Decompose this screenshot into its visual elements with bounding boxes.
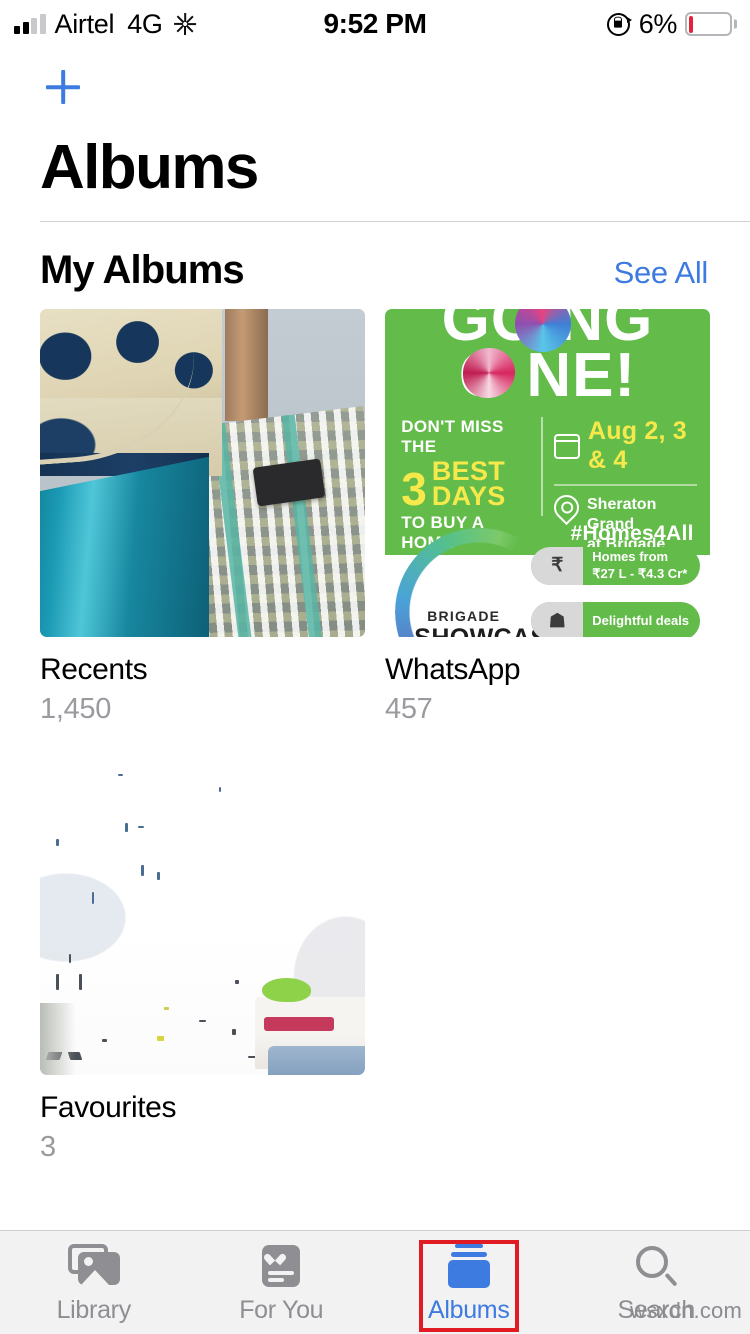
ad-brand-top: BRIGADE [427, 607, 501, 624]
heart-card-icon [253, 1244, 309, 1290]
magnifier-icon [628, 1244, 684, 1290]
navigation-bar: Albums [0, 48, 750, 222]
tab-label: Albums [427, 1296, 510, 1324]
page-title: Albums [40, 133, 259, 202]
ad-chip1-line2: ₹27 L - ₹4.3 Cr* [592, 565, 688, 581]
album-name: WhatsApp [385, 653, 521, 686]
ad-dates: Aug 2, 3 & 4 [588, 417, 687, 475]
tab-for-you[interactable]: For You [188, 1231, 376, 1334]
tab-label: For You [239, 1296, 324, 1324]
album-thumbnail-recents[interactable] [40, 309, 365, 637]
album-grid: Recents 1,450 GOING G NE! DON'T MISS THE… [0, 309, 750, 1164]
status-bar-left: Airtel 4G [14, 9, 196, 40]
photo-stack-icon [66, 1244, 122, 1290]
rupee-icon: ₹ [531, 546, 584, 585]
ad-three: 3 [401, 462, 427, 515]
ad-hashtag: #Homes4All [570, 522, 694, 546]
add-album-button[interactable] [28, 56, 98, 118]
album-count: 457 [385, 692, 433, 725]
status-bar: Airtel 4G 9:52 PM 6% [0, 0, 750, 48]
see-all-link[interactable]: See All [614, 255, 709, 291]
tab-search[interactable]: Search [563, 1231, 750, 1334]
ad-price-chip: ₹ Homes from ₹27 L - ₹4.3 Cr* [531, 546, 701, 585]
photo-overexposed-white [40, 747, 365, 1076]
activity-spinner-icon [173, 13, 196, 35]
albums-stack-icon [441, 1244, 497, 1290]
network-type: 4G [127, 8, 163, 39]
gift-icon: ☗ [531, 602, 584, 637]
photo-curtain-bed [40, 309, 365, 637]
photo-realestate-ad: GOING G NE! DON'T MISS THE 3 BEST DAYS T… [385, 309, 710, 637]
album-count: 1,450 [40, 692, 112, 725]
location-pin-icon [548, 490, 585, 526]
clock: 9:52 PM [323, 8, 427, 39]
my-albums-header: My Albums See All [0, 222, 750, 309]
album-item-recents[interactable]: Recents 1,450 [40, 309, 365, 725]
battery-icon [685, 12, 737, 36]
album-item-favourites[interactable]: Favourites 3 [40, 747, 365, 1163]
ad-deals-chip: ☗ Delightful deals [531, 602, 701, 637]
rotation-lock-icon [606, 12, 632, 37]
ad-headline-bottom: G NE! [458, 341, 637, 411]
album-thumbnail-favourites[interactable] [40, 747, 365, 1076]
album-name: Favourites [40, 1091, 177, 1125]
album-count: 3 [40, 1130, 56, 1163]
tab-label: Search [617, 1296, 696, 1324]
ad-chip2-line1: Delightful deals [592, 613, 690, 629]
ad-days: DAYS [431, 481, 506, 512]
tab-label: Library [56, 1296, 132, 1324]
album-thumbnail-whatsapp[interactable]: GOING G NE! DON'T MISS THE 3 BEST DAYS T… [385, 309, 710, 637]
calendar-icon [554, 433, 580, 459]
tab-library[interactable]: Library [0, 1231, 188, 1334]
tab-bar: Library For You Albums Search [0, 1230, 750, 1334]
ad-chip1-line1: Homes from [592, 549, 669, 565]
tab-albums[interactable]: Albums [375, 1231, 563, 1334]
album-item-whatsapp[interactable]: GOING G NE! DON'T MISS THE 3 BEST DAYS T… [385, 309, 710, 725]
section-title: My Albums [40, 248, 245, 292]
ad-dont-miss: DON'T MISS THE [401, 417, 504, 457]
status-bar-right: 6% [606, 8, 737, 40]
signal-bars-icon [14, 14, 46, 34]
battery-percent: 6% [638, 8, 678, 39]
carrier-name: Airtel [54, 8, 115, 39]
album-name: Recents [40, 653, 148, 686]
